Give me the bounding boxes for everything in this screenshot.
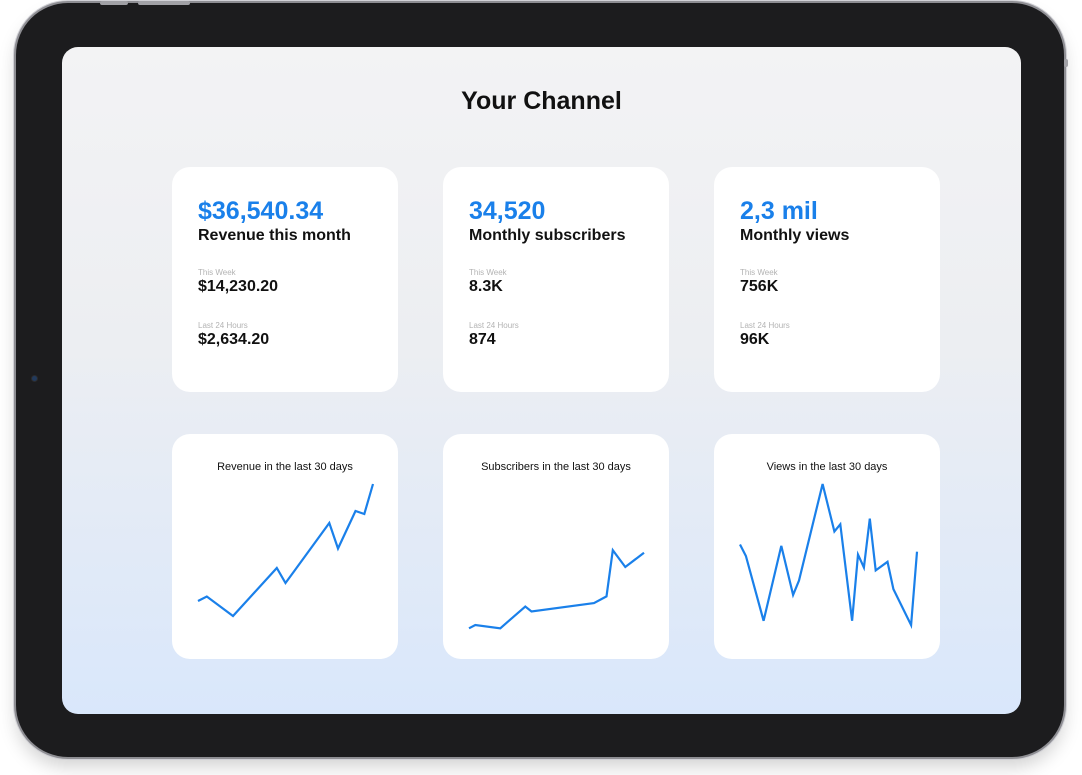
- views-chart-card[interactable]: Views in the last 30 days: [714, 434, 940, 659]
- subscribers-total: 34,520: [469, 197, 546, 225]
- day-label: Last 24 Hours: [469, 321, 519, 330]
- week-value: 756K: [740, 278, 779, 295]
- screen: Your Channel $36,540.34 Revenue this mon…: [62, 47, 1021, 714]
- day-value: 96K: [740, 331, 770, 348]
- tablet-frame: Your Channel $36,540.34 Revenue this mon…: [16, 1, 1068, 757]
- subscribers-line-chart: [468, 547, 645, 630]
- day-value: 874: [469, 331, 496, 348]
- week-label: This Week: [740, 268, 778, 277]
- week-value: $14,230.20: [198, 278, 279, 295]
- subscribers-stat-card[interactable]: 34,520 Monthly subscribers This Week 8.3…: [443, 167, 669, 392]
- views-series-line: [739, 483, 919, 630]
- subscribers-chart-card[interactable]: Subscribers in the last 30 days: [443, 434, 669, 659]
- views-total: 2,3 mil: [740, 197, 818, 225]
- week-value: 8.3K: [469, 278, 503, 295]
- volume-button: [138, 1, 190, 5]
- day-label: Last 24 Hours: [740, 321, 790, 330]
- revenue-stat-card[interactable]: $36,540.34 Revenue this month This Week …: [172, 167, 398, 392]
- revenue-label: Revenue this month: [198, 227, 351, 244]
- revenue-series-line: [197, 483, 375, 618]
- revenue-line-chart: [197, 483, 375, 618]
- views-label: Monthly views: [740, 227, 850, 244]
- front-camera: [32, 376, 37, 381]
- day-label: Last 24 Hours: [198, 321, 248, 330]
- revenue-chart-card[interactable]: Revenue in the last 30 days: [172, 434, 398, 659]
- day-value: $2,634.20: [198, 331, 270, 348]
- power-button: [100, 1, 128, 5]
- week-label: This Week: [469, 268, 507, 277]
- side-button: [1064, 59, 1068, 67]
- page-title: Your Channel: [461, 87, 622, 115]
- revenue-total: $36,540.34: [198, 197, 324, 225]
- views-stat-card[interactable]: 2,3 mil Monthly views This Week 756K Las…: [714, 167, 940, 392]
- subscribers-series-line: [468, 547, 645, 630]
- week-label: This Week: [198, 268, 236, 277]
- subscribers-label: Monthly subscribers: [469, 227, 626, 244]
- views-line-chart: [739, 483, 919, 630]
